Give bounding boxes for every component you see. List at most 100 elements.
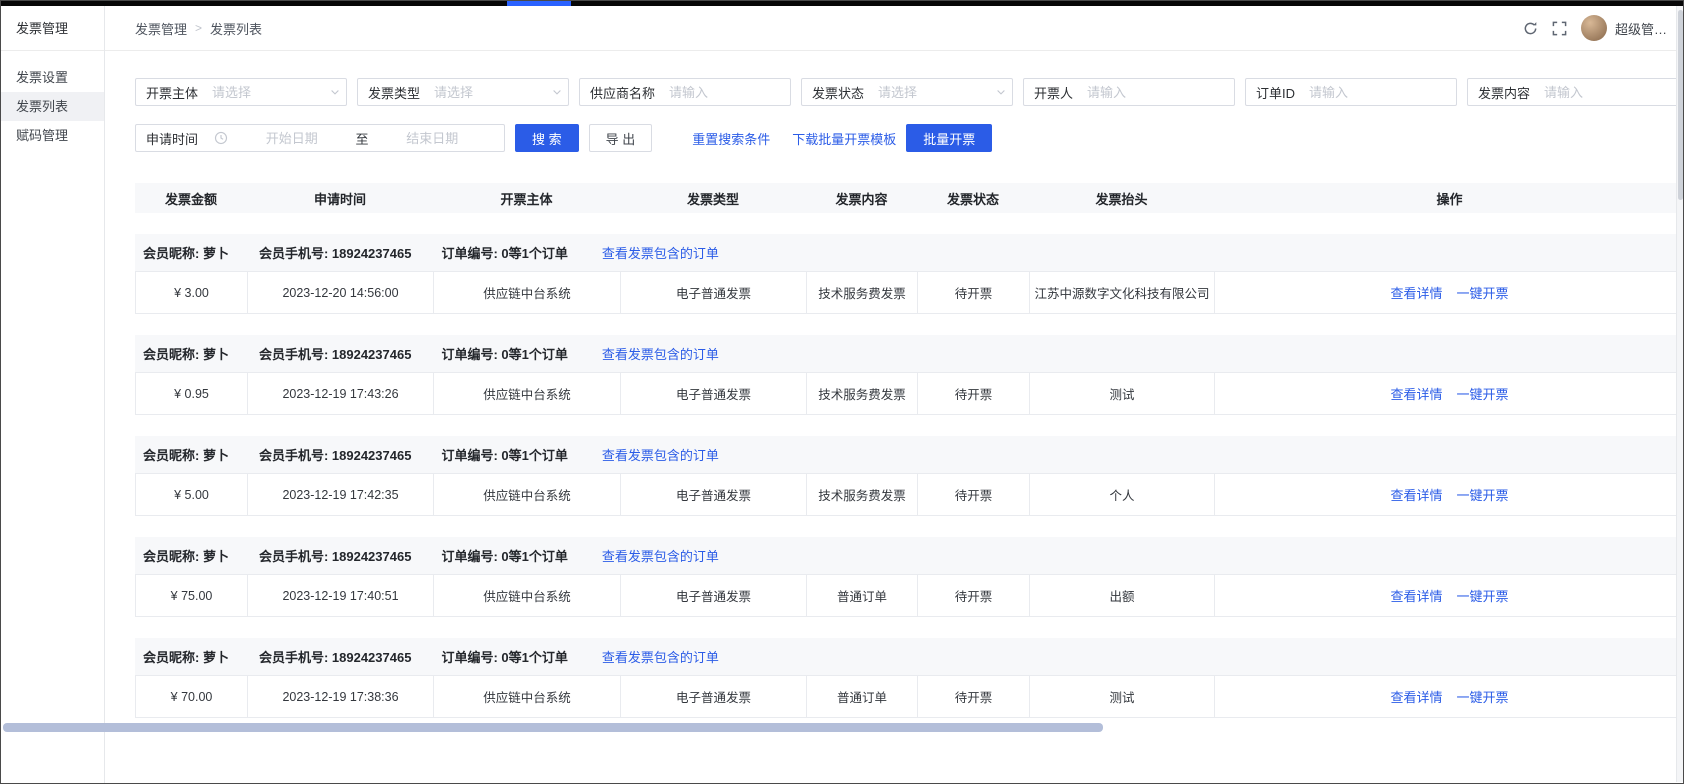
vertical-scrollbar-thumb[interactable] [1678,10,1683,200]
breadcrumb: 发票管理 > 发票列表 [135,19,262,38]
cell-apply-time: 2023-12-19 17:38:36 [248,676,434,717]
cell-actions: 查看详情 一键开票 [1215,474,1683,515]
sidebar-item-invoice-list[interactable]: 发票列表 [1,92,104,121]
export-button[interactable]: 导 出 [589,124,653,152]
invoice-row: ¥ 75.00 2023-12-19 17:40:51 供应链中台系统 电子普通… [135,574,1683,617]
member-phone: 会员手机号: 18924237465 [259,445,411,464]
invoice-table: 发票金额 申请时间 开票主体 发票类型 发票内容 发票状态 发票抬头 操作 会员… [135,183,1683,718]
fullscreen-icon[interactable] [1552,21,1567,36]
view-included-orders-link[interactable]: 查看发票包含的订单 [602,344,719,363]
topbar: 发票管理 > 发票列表 超级管理员 [105,6,1683,51]
invoice-group: 会员昵称: 萝卜 会员手机号: 18924237465 订单编号: 0等1个订单… [135,335,1683,415]
member-phone: 会员手机号: 18924237465 [259,243,411,262]
topbar-actions: 超级管理员 [1523,15,1673,41]
cell-invoice-content: 技术服务费发票 [807,474,918,515]
one-click-invoice-link[interactable]: 一键开票 [1457,586,1509,605]
sidebar-title: 发票管理 [1,6,104,51]
view-details-link[interactable]: 查看详情 [1390,384,1442,403]
order-number: 订单编号: 0等1个订单 [441,647,567,666]
user-avatar[interactable] [1581,15,1607,41]
col-header-invoice-title: 发票抬头 [1029,189,1214,208]
download-batch-template-link[interactable]: 下载批量开票模板 [792,129,896,148]
col-header-apply-time: 申请时间 [247,189,433,208]
cell-invoice-title: 测试 [1030,373,1215,414]
filter-drawer-label: 开票人 [1024,83,1079,102]
cell-invoice-content: 技术服务费发票 [807,272,918,313]
col-header-amount: 发票金额 [135,189,247,208]
invoice-group: 会员昵称: 萝卜 会员手机号: 18924237465 订单编号: 0等1个订单… [135,537,1683,617]
one-click-invoice-link[interactable]: 一键开票 [1457,283,1509,302]
cell-invoice-content: 技术服务费发票 [807,373,918,414]
table-header: 发票金额 申请时间 开票主体 发票类型 发票内容 发票状态 发票抬头 操作 [135,183,1683,213]
filter-invoice-content-input[interactable] [1536,85,1678,100]
member-nickname: 会员昵称: 萝卜 [143,647,229,666]
cell-actions: 查看详情 一键开票 [1215,676,1683,717]
batch-invoice-button[interactable]: 批量开票 [906,124,992,152]
view-details-link[interactable]: 查看详情 [1390,687,1442,706]
cell-invoice-title: 测试 [1030,676,1215,717]
view-included-orders-link[interactable]: 查看发票包含的订单 [602,647,719,666]
breadcrumb-root[interactable]: 发票管理 [135,19,187,38]
cell-invoice-amount: ¥ 0.95 [136,373,248,414]
filter-invoice-content-label: 发票内容 [1468,83,1536,102]
one-click-invoice-link[interactable]: 一键开票 [1457,687,1509,706]
invoice-row: ¥ 3.00 2023-12-20 14:56:00 供应链中台系统 电子普通发… [135,271,1683,314]
reset-search-link[interactable]: 重置搜索条件 [692,129,770,148]
filter-order-id[interactable]: 订单ID [1245,78,1457,106]
filter-supplier-name[interactable]: 供应商名称 [579,78,791,106]
cell-actions: 查看详情 一键开票 [1215,373,1683,414]
col-header-subject: 开票主体 [433,189,620,208]
end-date-input[interactable] [369,131,496,146]
cell-invoice-status: 待开票 [918,575,1030,616]
cell-invoice-title: 个人 [1030,474,1215,515]
col-header-invoice-type: 发票类型 [620,189,806,208]
filter-order-id-label: 订单ID [1246,83,1301,102]
cell-invoice-title: 江苏中源数字文化科技有限公司 [1030,272,1215,313]
member-phone: 会员手机号: 18924237465 [259,344,411,363]
view-details-link[interactable]: 查看详情 [1390,283,1442,302]
cell-apply-time: 2023-12-19 17:43:26 [248,373,434,414]
horizontal-scrollbar[interactable] [3,723,1103,732]
chevron-down-icon [324,86,346,98]
sidebar-item-invoice-settings[interactable]: 发票设置 [1,63,104,92]
filter-invoice-type[interactable]: 发票类型 [357,78,569,106]
member-nickname: 会员昵称: 萝卜 [143,243,229,262]
filter-drawer[interactable]: 开票人 [1023,78,1235,106]
user-name[interactable]: 超级管理员 [1615,19,1673,38]
filter-invoice-content[interactable]: 发票内容 [1467,78,1679,106]
invoice-row: ¥ 70.00 2023-12-19 17:38:36 供应链中台系统 电子普通… [135,675,1683,718]
filter-invoice-status-select[interactable] [870,85,990,100]
filter-invoice-type-select[interactable] [426,85,546,100]
cell-invoice-amount: ¥ 70.00 [136,676,248,717]
one-click-invoice-link[interactable]: 一键开票 [1457,485,1509,504]
breadcrumb-separator-icon: > [195,21,202,35]
filter-apply-time[interactable]: 申请时间 至 [135,124,505,152]
view-details-link[interactable]: 查看详情 [1390,485,1442,504]
start-date-input[interactable] [228,131,355,146]
cell-actions: 查看详情 一键开票 [1215,575,1683,616]
invoice-group: 会员昵称: 萝卜 会员手机号: 18924237465 订单编号: 0等1个订单… [135,638,1683,718]
search-button[interactable]: 搜 索 [515,124,579,152]
filter-invoice-status[interactable]: 发票状态 [801,78,1013,106]
cell-invoice-amount: ¥ 5.00 [136,474,248,515]
view-included-orders-link[interactable]: 查看发票包含的订单 [602,546,719,565]
filter-drawer-input[interactable] [1079,85,1234,100]
view-included-orders-link[interactable]: 查看发票包含的订单 [602,243,719,262]
cell-invoice-type: 电子普通发票 [621,676,807,717]
view-details-link[interactable]: 查看详情 [1390,586,1442,605]
member-nickname: 会员昵称: 萝卜 [143,344,229,363]
filter-supplier-name-input[interactable] [661,85,790,100]
filter-invoice-subject[interactable]: 开票主体 [135,78,347,106]
refresh-icon[interactable] [1523,21,1538,36]
invoice-group: 会员昵称: 萝卜 会员手机号: 18924237465 订单编号: 0等1个订单… [135,234,1683,314]
view-included-orders-link[interactable]: 查看发票包含的订单 [602,445,719,464]
filter-order-id-input[interactable] [1301,85,1456,100]
date-range-separator: 至 [356,129,369,148]
sidebar-item-code-management[interactable]: 赋码管理 [1,121,104,150]
group-header: 会员昵称: 萝卜 会员手机号: 18924237465 订单编号: 0等1个订单… [135,638,1683,675]
cell-invoice-status: 待开票 [918,474,1030,515]
one-click-invoice-link[interactable]: 一键开票 [1457,384,1509,403]
order-number: 订单编号: 0等1个订单 [441,243,567,262]
filter-invoice-subject-select[interactable] [204,85,324,100]
vertical-scrollbar-track[interactable] [1676,6,1683,782]
